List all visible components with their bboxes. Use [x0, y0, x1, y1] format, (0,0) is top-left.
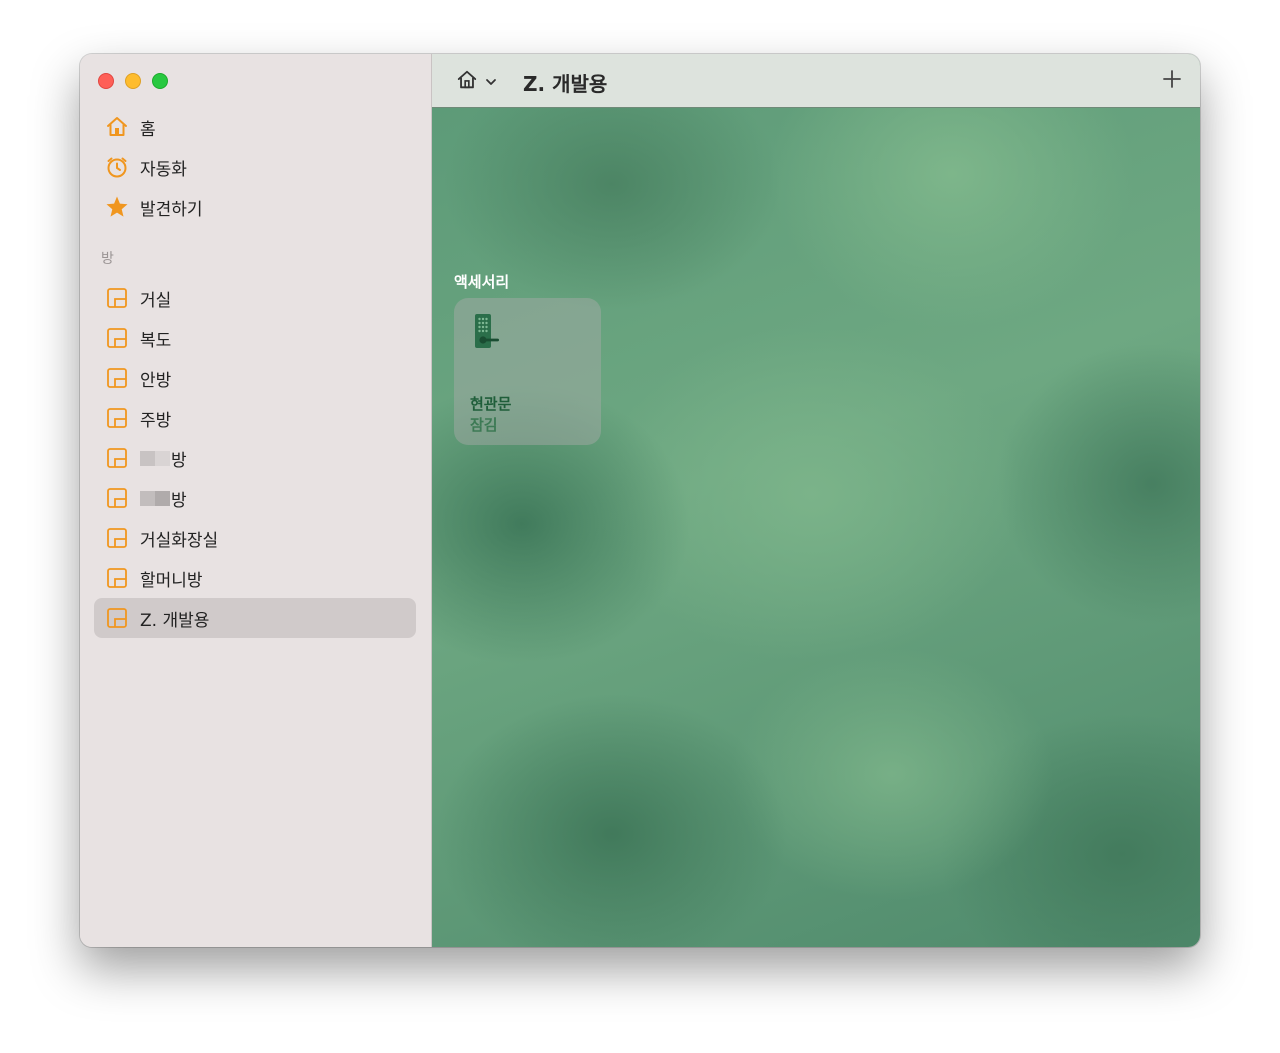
sidebar-item-label: 홈 [140, 119, 156, 140]
room-icon [105, 606, 129, 630]
close-button[interactable] [98, 73, 114, 89]
accessory-name: 현관문 [470, 395, 512, 413]
accessory-status: 잠김 [470, 416, 498, 434]
sidebar-item-room[interactable]: 안방 [94, 358, 416, 398]
sidebar-item-label: 발견하기 [140, 199, 203, 220]
sidebar-item-discover[interactable]: 발견하기 [94, 187, 416, 227]
home-app-window: 홈 자동화 발견하기 방 거실 복도 안방 주방 방 방 거실화장실 할머니방 … [80, 54, 1200, 947]
sidebar-item-label: 거실화장실 [140, 530, 219, 551]
house-icon [456, 69, 478, 95]
window-controls [98, 73, 168, 89]
sidebar-item-room[interactable]: 거실 [94, 278, 416, 318]
sidebar-item-label: 방 [171, 450, 187, 471]
sidebar-item-label: 주방 [140, 410, 172, 431]
sidebar-item-room[interactable]: 복도 [94, 318, 416, 358]
chevron-down-icon [485, 73, 497, 92]
room-icon [105, 406, 129, 430]
accessories-section-title: 액세서리 [454, 273, 510, 291]
sidebar-item-room[interactable]: 방 [94, 438, 416, 478]
sidebar-item-room[interactable]: 방 [94, 478, 416, 518]
star-icon [105, 195, 129, 219]
redacted-text [140, 490, 170, 506]
house-icon [105, 115, 129, 139]
plus-icon [1160, 70, 1184, 95]
room-icon [105, 366, 129, 390]
sidebar-item-room[interactable]: 거실화장실 [94, 518, 416, 558]
sidebar-item-label: 할머니방 [140, 570, 203, 591]
sidebar-item-label: Z. 개발용 [140, 610, 210, 631]
sidebar: 홈 자동화 발견하기 방 거실 복도 안방 주방 방 방 거실화장실 할머니방 … [80, 54, 432, 947]
sidebar-item-label: 방 [171, 490, 187, 511]
room-icon [105, 566, 129, 590]
sidebar-item-room[interactable]: 주방 [94, 398, 416, 438]
accessory-tile-front-door[interactable]: 현관문 잠김 [454, 298, 601, 445]
add-button[interactable] [1160, 67, 1184, 91]
minimize-button[interactable] [125, 73, 141, 89]
room-icon [105, 446, 129, 470]
toolbar: Z. 개발용 [432, 54, 1200, 108]
sidebar-item-home[interactable]: 홈 [94, 107, 416, 147]
room-icon [105, 526, 129, 550]
sidebar-item-label: 복도 [140, 330, 172, 351]
room-icon [105, 286, 129, 310]
redacted-text [140, 450, 170, 466]
home-menu-button[interactable] [456, 69, 497, 95]
sidebar-item-room-selected[interactable]: Z. 개발용 [94, 598, 416, 638]
sidebar-item-automation[interactable]: 자동화 [94, 147, 416, 187]
alarm-clock-icon [105, 155, 129, 179]
sidebar-item-label: 자동화 [140, 159, 187, 180]
sidebar-item-label: 안방 [140, 370, 172, 391]
room-icon [105, 486, 129, 510]
sidebar-item-label: 거실 [140, 290, 172, 311]
sidebar-item-room[interactable]: 할머니방 [94, 558, 416, 598]
room-content: Z. 개발용 액세서리 현관문 잠김 [432, 54, 1200, 947]
room-icon [105, 326, 129, 350]
door-lock-icon [472, 313, 502, 355]
page-title: Z. 개발용 [523, 72, 608, 96]
rooms-section-header: 방 [101, 251, 114, 267]
fullscreen-button[interactable] [152, 73, 168, 89]
